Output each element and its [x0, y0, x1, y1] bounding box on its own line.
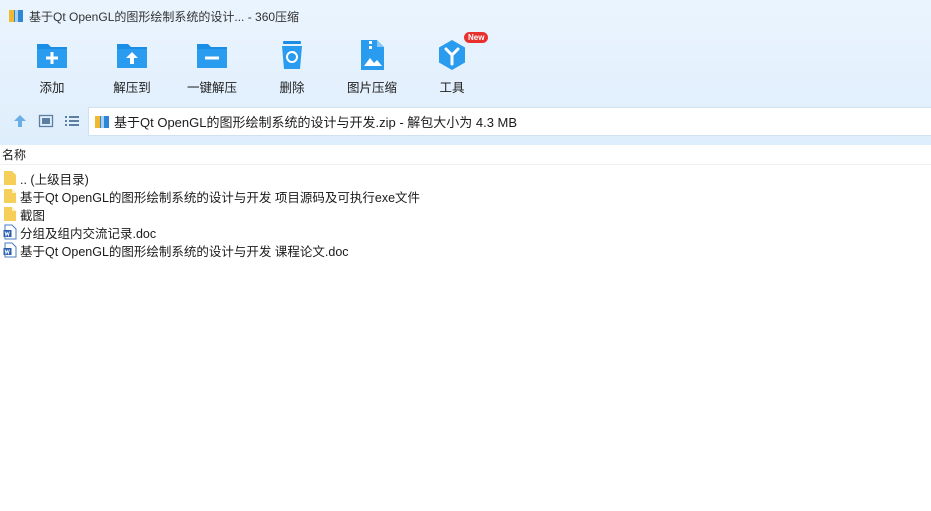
file-name: 截图: [20, 208, 46, 223]
list-item-doc-record[interactable]: 分组及组内交流记录.doc: [0, 223, 931, 241]
list-view-icon[interactable]: [64, 113, 80, 129]
add-button[interactable]: 添加: [12, 38, 92, 96]
file-name: 分组及组内交流记录.doc: [20, 226, 157, 241]
file-name: 基于Qt OpenGL的图形绘制系统的设计与开发 课程论文.doc: [20, 244, 349, 259]
tools-button[interactable]: New 工具: [412, 32, 492, 96]
extract-to-label: 解压到: [113, 81, 151, 95]
word-doc-icon: [3, 224, 17, 240]
address-bar[interactable]: 基于Qt OpenGL的图形绘制系统的设计与开发.zip - 解包大小为 4.3…: [88, 107, 931, 136]
one-click-extract-button[interactable]: 一键解压: [172, 38, 252, 96]
folder-icon: [4, 189, 16, 203]
column-name-label: 名称: [2, 148, 27, 162]
address-row: 基于Qt OpenGL的图形绘制系统的设计与开发.zip - 解包大小为 4.3…: [0, 106, 931, 136]
folder-icon: [4, 207, 16, 221]
folder-extract-icon: [117, 44, 147, 68]
word-doc-icon: [3, 242, 17, 258]
list-item-project-folder[interactable]: 基于Qt OpenGL的图形绘制系统的设计与开发 项目源码及可执行exe文件: [0, 187, 931, 205]
window-title: 基于Qt OpenGL的图形绘制系统的设计... - 360压缩: [29, 9, 300, 24]
toolbar: 添加 解压到 一键解压 删除 图片压缩 New 工具: [0, 32, 560, 96]
file-name: 基于Qt OpenGL的图形绘制系统的设计与开发 项目源码及可执行exe文件: [20, 190, 421, 205]
image-compress-label: 图片压缩: [346, 81, 397, 95]
delete-label: 删除: [279, 81, 305, 95]
file-list: 名称 .. (上级目录) 基于Qt OpenGL的图形绘制系统的设计与开发 项目…: [0, 145, 931, 511]
top-area: 基于Qt OpenGL的图形绘制系统的设计... - 360压缩 添加 解压到: [0, 0, 931, 145]
file-name: .. (上级目录): [20, 172, 89, 187]
folder-add-icon: [37, 44, 67, 68]
list-item-doc-paper[interactable]: 基于Qt OpenGL的图形绘制系统的设计与开发 课程论文.doc: [0, 241, 931, 259]
tools-icon: [439, 40, 465, 70]
list-item-screenshots-folder[interactable]: 截图: [0, 205, 931, 223]
column-header-name[interactable]: 名称: [0, 145, 931, 165]
trash-icon: [282, 41, 302, 69]
archive-app-icon: [9, 10, 23, 22]
image-compress-icon: [361, 40, 384, 70]
file-rows: .. (上级目录) 基于Qt OpenGL的图形绘制系统的设计与开发 项目源码及…: [0, 169, 931, 259]
address-path: 基于Qt OpenGL的图形绘制系统的设计与开发.zip - 解包大小为 4.3…: [114, 115, 518, 130]
one-click-extract-label: 一键解压: [186, 81, 237, 95]
new-badge: New: [464, 32, 489, 43]
list-item-parent-dir[interactable]: .. (上级目录): [0, 169, 931, 187]
folder-oneclick-icon: [197, 44, 227, 68]
add-label: 添加: [39, 81, 65, 95]
folder-icon: [4, 171, 16, 185]
zip-file-icon: [95, 115, 109, 128]
tools-label: 工具: [439, 81, 465, 95]
extract-to-button[interactable]: 解压到: [92, 38, 172, 96]
thumbnail-view-icon[interactable]: [38, 113, 54, 129]
title-bar: 基于Qt OpenGL的图形绘制系统的设计... - 360压缩: [0, 0, 931, 32]
delete-button[interactable]: 删除: [252, 38, 332, 96]
up-arrow-icon[interactable]: [12, 113, 28, 129]
image-compress-button[interactable]: 图片压缩: [332, 38, 412, 96]
